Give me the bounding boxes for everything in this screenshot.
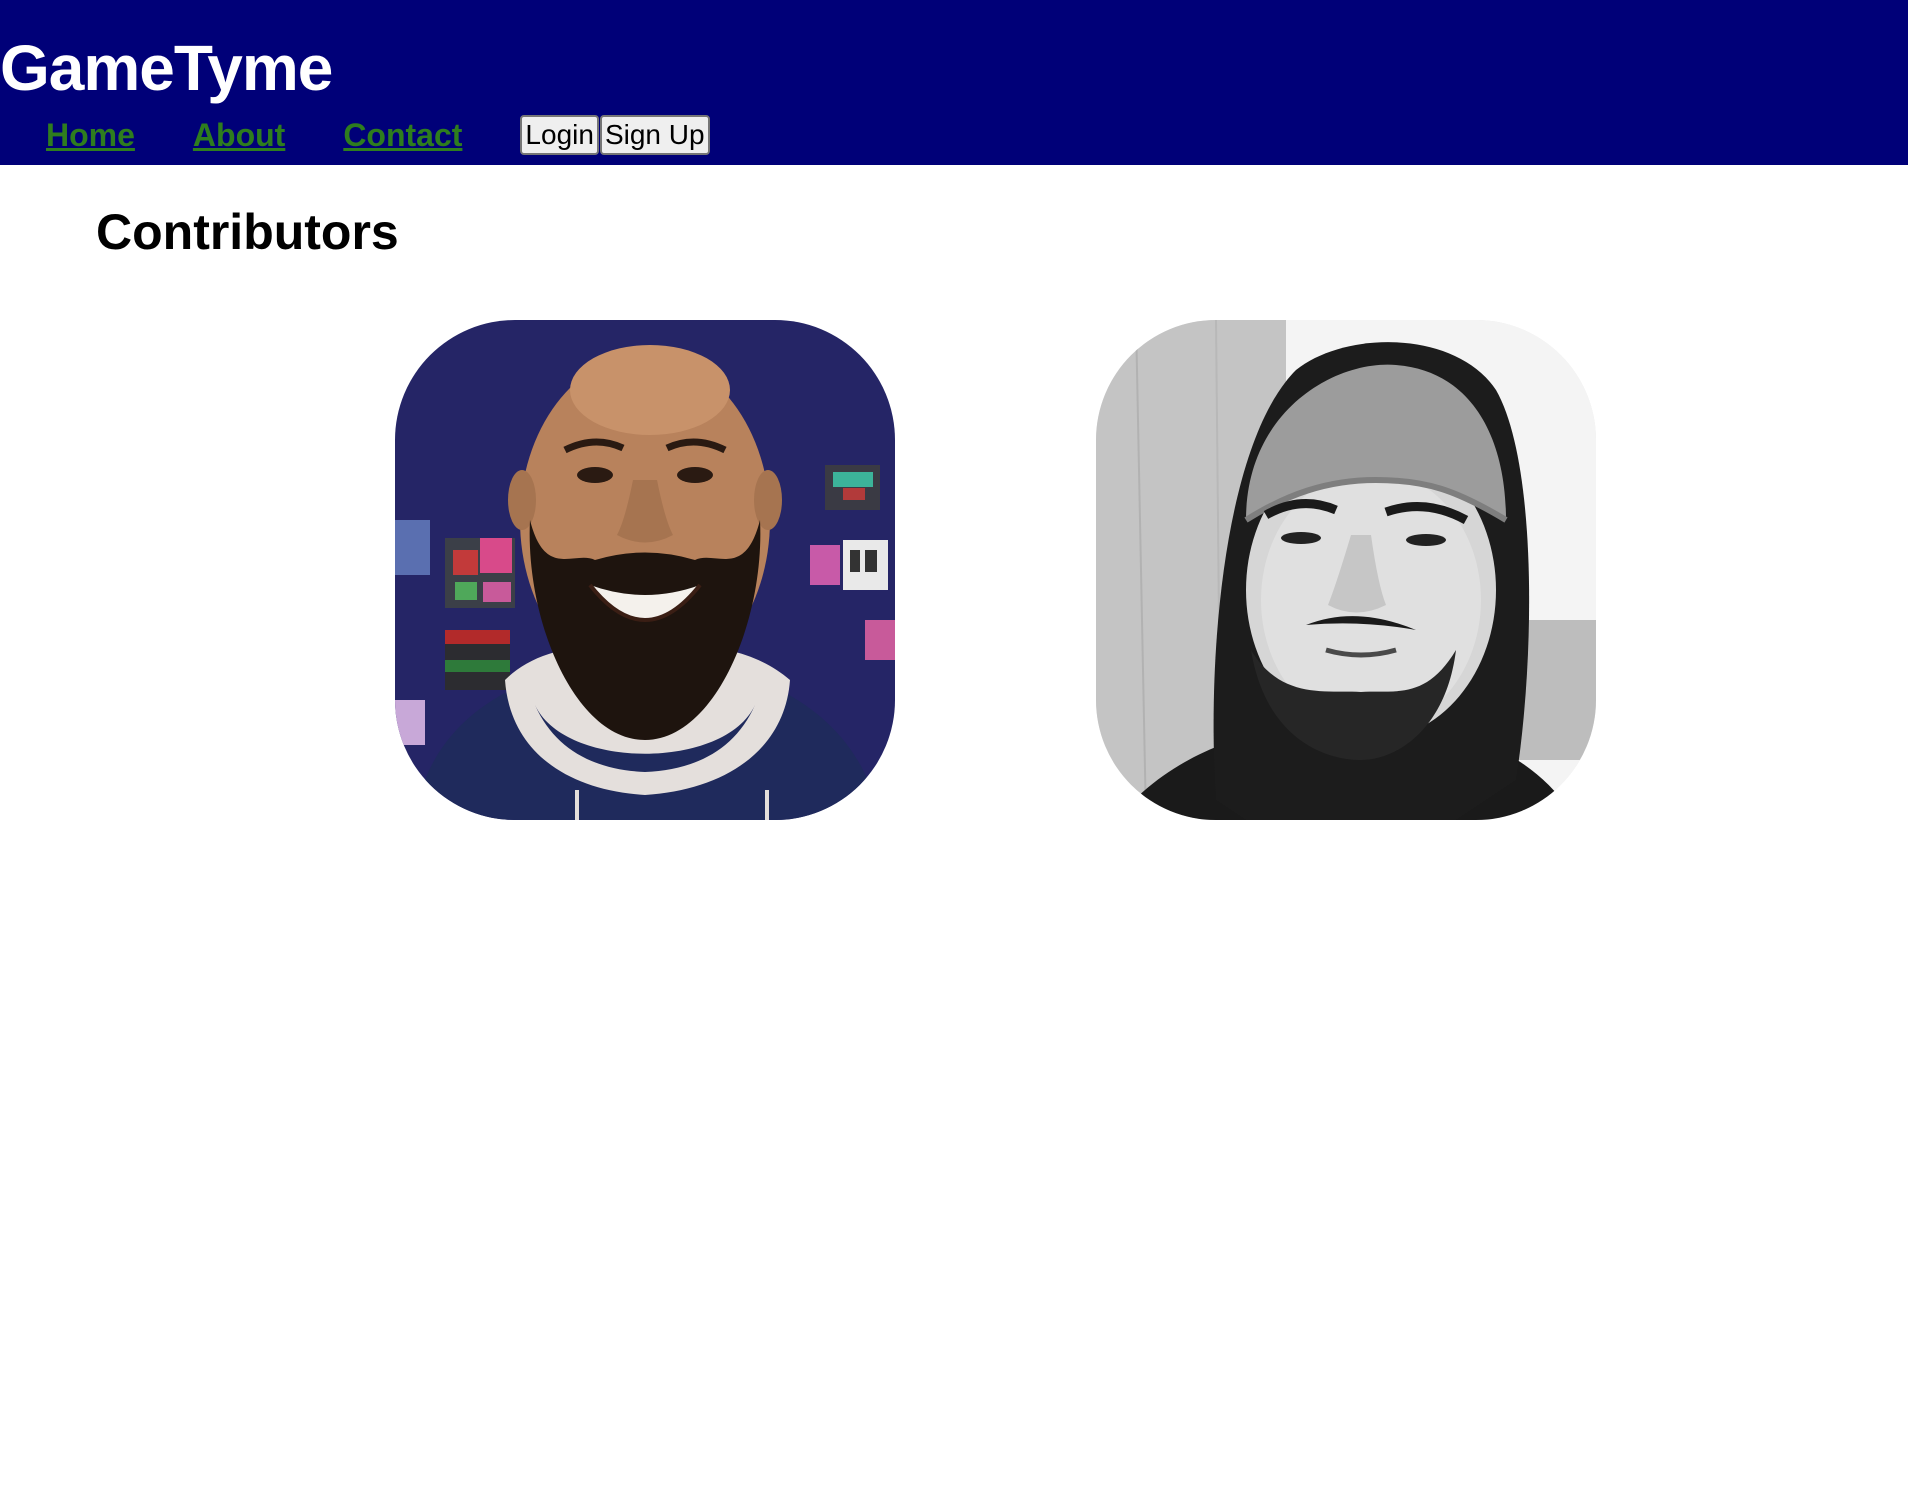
contributor-photo-2: [1096, 320, 1596, 820]
signup-button[interactable]: Sign Up: [599, 115, 710, 155]
nav-link-home[interactable]: Home: [46, 115, 135, 155]
login-button[interactable]: Login: [520, 115, 599, 155]
main-nav: Home About Contact Login Sign Up: [46, 114, 711, 156]
contributor-portrait-2: [1096, 320, 1596, 820]
nav-link-contact[interactable]: Contact: [343, 115, 462, 155]
site-header: GameTyme Home About Contact Login Sign U…: [0, 0, 1908, 165]
auth-buttons: Login Sign Up: [520, 115, 710, 155]
contributor-portrait-1: [395, 320, 895, 820]
page-title: Contributors: [96, 204, 399, 260]
site-brand[interactable]: GameTyme: [0, 30, 333, 106]
contributor-photo-1: [395, 320, 895, 820]
nav-link-about[interactable]: About: [193, 115, 285, 155]
